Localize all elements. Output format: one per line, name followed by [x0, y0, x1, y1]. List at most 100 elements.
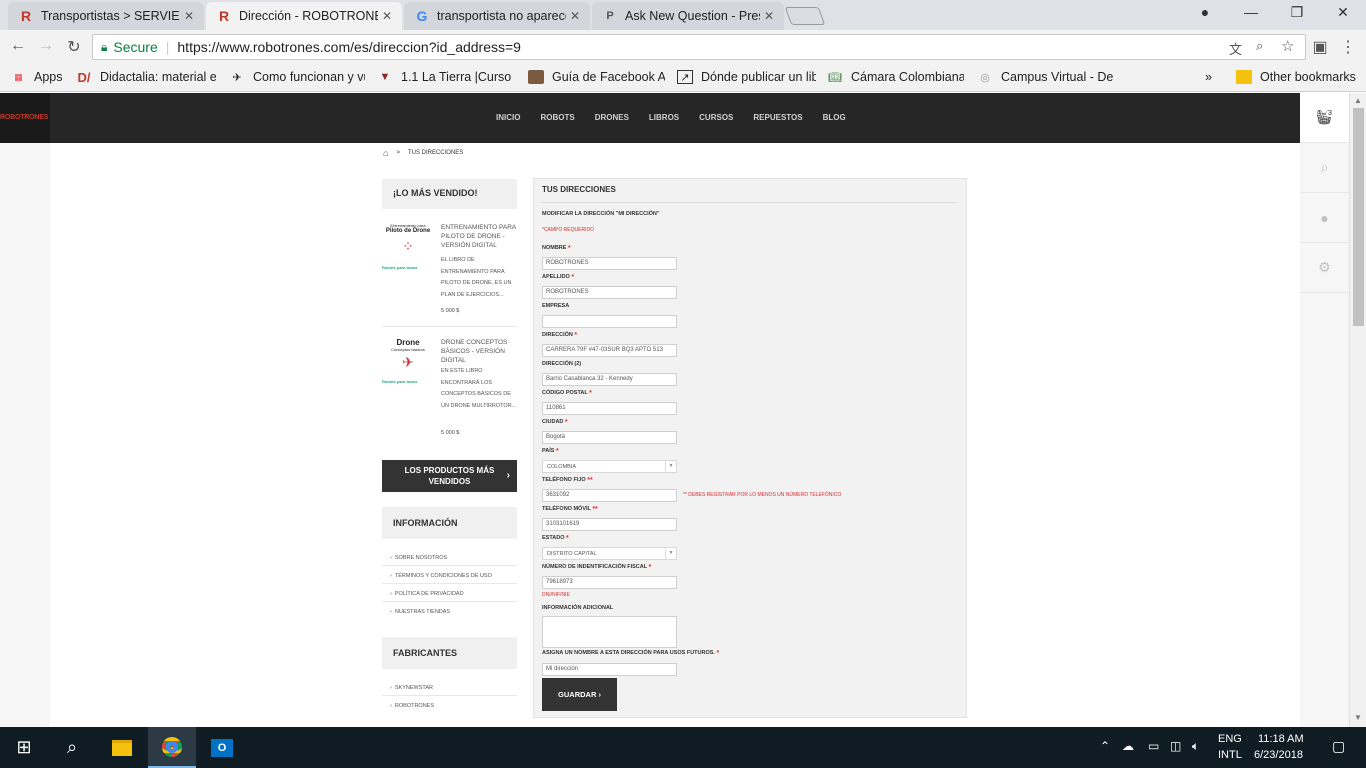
menu-icon[interactable]: ⋮ — [1338, 37, 1358, 57]
maker-link-robotrones[interactable]: › ROBOTRONES — [390, 703, 434, 709]
nif-input[interactable]: 79618973 — [542, 576, 677, 589]
bookmark-facebook[interactable]: Guía de Facebook Ac — [528, 70, 665, 84]
direccion-input[interactable]: CARRERA 79F #47-03SUR BQ3 APTO 513 — [542, 344, 677, 357]
close-icon[interactable]: ✕ — [378, 9, 396, 23]
direccion2-input[interactable]: Barrio Casablanca 32 - Kennedy — [542, 373, 677, 386]
bookmarks-overflow[interactable]: » — [1205, 70, 1212, 84]
close-icon[interactable]: ✕ — [566, 9, 584, 23]
onedrive-icon[interactable]: ☁ — [1122, 739, 1134, 753]
search-icon[interactable]: ⌕ — [48, 727, 96, 768]
forward-icon[interactable]: → — [36, 37, 56, 55]
scroll-down-icon[interactable]: ▼ — [1354, 713, 1362, 722]
empresa-input[interactable] — [542, 315, 677, 328]
volume-icon[interactable]: 🔈︎ — [1192, 739, 1199, 754]
ciudad-input[interactable]: Bogotá — [542, 431, 677, 444]
info-link-terminos[interactable]: › TÉRMINOS Y CONDICIONES DE USO — [390, 573, 492, 579]
telefono-movil-input[interactable]: 3103101619 — [542, 518, 677, 531]
close-window-icon[interactable]: ✕ — [1328, 4, 1358, 21]
nav-repuestos[interactable]: REPUESTOS — [753, 113, 802, 122]
prestashop-favicon-icon: P — [606, 10, 614, 22]
pais-select[interactable]: COLOMBIA ▼ — [542, 460, 677, 473]
bookmark-campus[interactable]: ◎ Campus Virtual - De — [977, 70, 1113, 84]
nav-drones[interactable]: DRONES — [595, 113, 629, 122]
clock-time[interactable]: 11:18 AM — [1258, 733, 1304, 745]
link-label: SOBRE NOSOTROS — [394, 555, 448, 561]
info-link-tiendas[interactable]: › NUESTRAS TIENDAS — [390, 609, 450, 615]
file-explorer-icon[interactable] — [98, 727, 146, 768]
button-label: GUARDAR — [558, 690, 597, 699]
maximize-icon[interactable]: ❐ — [1282, 4, 1312, 21]
network-icon[interactable]: ◫ — [1170, 739, 1181, 753]
windows-start-icon[interactable]: ⊞ — [0, 727, 48, 768]
site-logo[interactable]: ROBOTRONES — [0, 93, 50, 143]
product-item[interactable]: Drone Conceptos básicos ✈ Robots para to… — [382, 338, 517, 438]
bookmark-didactalia[interactable]: D/ Didactalia: material e — [76, 70, 217, 84]
search-button[interactable]: ⌕ — [1300, 143, 1349, 193]
notifications-icon[interactable]: ▢ — [1332, 738, 1345, 755]
reload-icon[interactable]: ↻ — [64, 37, 84, 57]
back-icon[interactable]: ← — [8, 37, 28, 55]
bookmark-la-tierra[interactable]: ▼ 1.1 La Tierra |Curso F — [377, 70, 515, 84]
nav-robots[interactable]: ROBOTS — [540, 113, 574, 122]
product-image[interactable]: Entrenamiento para Piloto de Drone ⁘ Rob… — [382, 223, 434, 303]
settings-button[interactable]: ⚙ — [1300, 243, 1349, 293]
address-bar[interactable]: 🔒︎ Secure | https://www.robotrones.com/e… — [92, 34, 1306, 60]
tab-transportistas[interactable]: R Transportistas > SERVIEN ✕ — [8, 2, 204, 30]
minimize-icon[interactable]: — — [1236, 4, 1266, 20]
scroll-up-icon[interactable]: ▲ — [1354, 96, 1362, 105]
save-button[interactable]: GUARDAR › — [542, 678, 617, 711]
search-icon: ⌕ — [1320, 159, 1329, 175]
translate-icon[interactable]: 文 — [1229, 39, 1242, 58]
button-label: LOS PRODUCTOS MÁS VENDIDOS — [404, 466, 495, 486]
product-image[interactable]: Drone Conceptos básicos ✈ Robots para to… — [382, 338, 434, 418]
nav-inicio[interactable]: INICIO — [496, 113, 520, 122]
cart-button[interactable]: 🧺︎ 3 — [1300, 93, 1349, 143]
clock-date[interactable]: 6/23/2018 — [1254, 749, 1303, 761]
product-item[interactable]: Entrenamiento para Piloto de Drone ⁘ Rob… — [382, 223, 517, 323]
language-indicator[interactable]: ENG — [1218, 733, 1242, 745]
estado-select[interactable]: DISTRITO CAPITAL ▼ — [542, 547, 677, 560]
zoom-icon[interactable]: ⌕ — [1256, 38, 1263, 54]
extension-icon[interactable]: ▣ — [1310, 37, 1330, 57]
chevron-up-icon[interactable]: ⌃ — [1100, 739, 1110, 753]
nav-blog[interactable]: BLOG — [823, 113, 846, 122]
new-tab-button[interactable] — [784, 7, 826, 25]
best-sellers-button[interactable]: LOS PRODUCTOS MÁS VENDIDOS › — [382, 460, 517, 492]
tab-ask-question[interactable]: P Ask New Question - Prest ✕ — [592, 2, 784, 30]
bookmark-star-icon[interactable]: ☆ — [1281, 37, 1294, 55]
profile-icon[interactable]: ● — [1190, 4, 1220, 20]
home-icon[interactable]: ⌂ — [383, 148, 388, 158]
info-adicional-textarea[interactable] — [542, 616, 677, 648]
battery-icon[interactable]: ▭ — [1148, 739, 1159, 753]
tab-direccion[interactable]: R Dirección - ROBOTRONES ✕ — [206, 2, 402, 30]
bookmark-apps[interactable]: ▦ Apps — [10, 70, 62, 84]
account-button[interactable]: ● — [1300, 193, 1349, 243]
alias-input[interactable]: Mi dirección — [542, 663, 677, 676]
bookmark-como-funcionan[interactable]: ✈ Como funcionan y vu — [229, 70, 365, 84]
outlook-icon[interactable]: O — [198, 727, 246, 768]
product-title[interactable]: DRONE CONCEPTOS BÁSICOS - VERSIÓN DIGITA… — [441, 338, 517, 365]
nombre-input[interactable]: ROBOTRONES — [542, 257, 677, 270]
info-link-sobre-nosotros[interactable]: › SOBRE NOSOTROS — [390, 555, 447, 561]
page-scrollbar[interactable]: ▲ ▼ — [1349, 93, 1366, 727]
other-bookmarks[interactable]: Other bookmarks — [1236, 70, 1356, 84]
label-text: ESTADO — [542, 535, 565, 541]
close-icon[interactable]: ✕ — [180, 9, 198, 23]
info-link-privacidad[interactable]: › POLÍTICA DE PRIVACIDAD — [390, 591, 464, 597]
product-title[interactable]: ENTRENAMIENTO PARA PILOTO DE DRONE - VER… — [441, 223, 517, 250]
nav-libros[interactable]: LIBROS — [649, 113, 679, 122]
bookmark-donde-publicar[interactable]: ↗ Dónde publicar un lib — [677, 70, 816, 84]
telefono-fijo-input[interactable]: 3631092 — [542, 489, 677, 502]
drone-icon: ✈ — [232, 71, 242, 84]
maker-link-skynewstar[interactable]: › SKYNEWSTAR — [390, 685, 433, 691]
chrome-icon[interactable] — [148, 727, 196, 768]
nav-cursos[interactable]: CURSOS — [699, 113, 733, 122]
url-text[interactable]: https://www.robotrones.com/es/direccion?… — [177, 39, 521, 55]
scrollbar-thumb[interactable] — [1353, 108, 1364, 326]
apellido-input[interactable]: ROBOTRONES — [542, 286, 677, 299]
bookmark-camara[interactable]: 📖︎ Cámara Colombiana — [827, 70, 964, 84]
codigo-postal-input[interactable]: 110861 — [542, 402, 677, 415]
keyboard-layout[interactable]: INTL — [1218, 749, 1242, 761]
close-icon[interactable]: ✕ — [760, 9, 778, 23]
tab-google-search[interactable]: G transportista no aparecen ✕ — [404, 2, 590, 30]
